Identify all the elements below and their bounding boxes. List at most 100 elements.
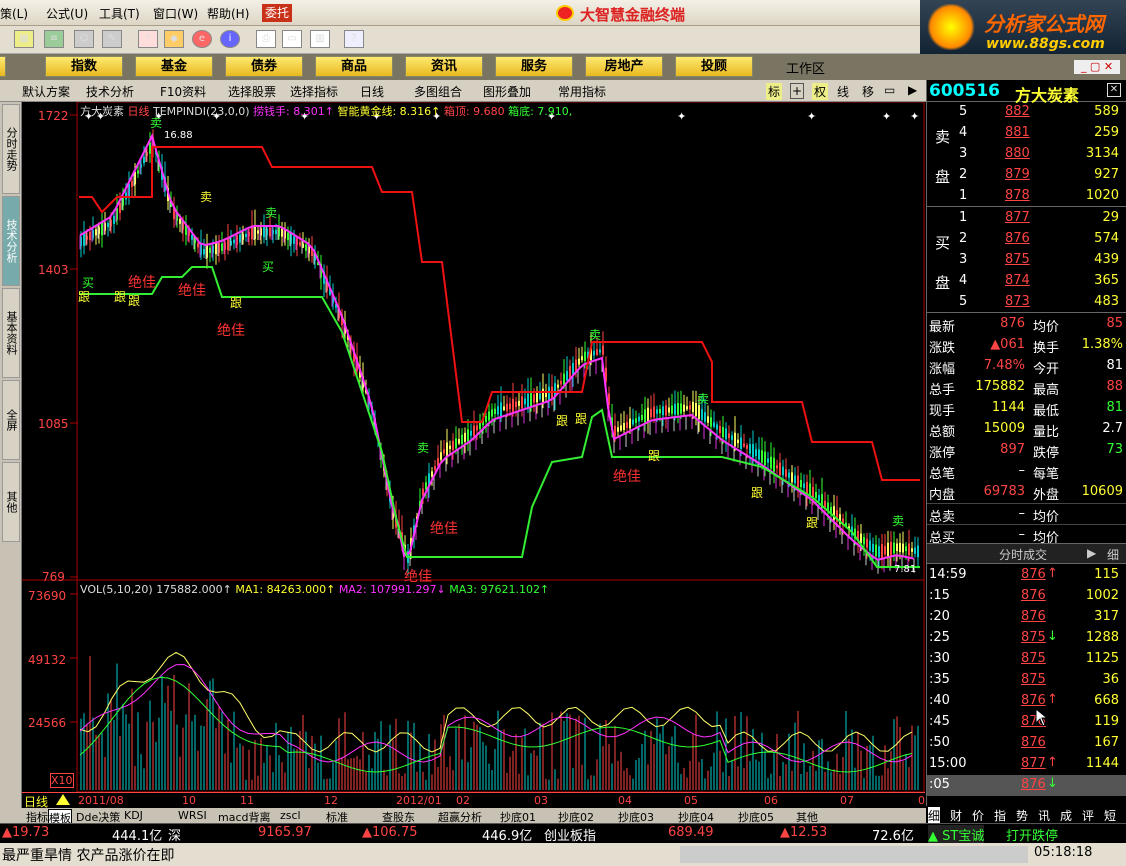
ticks-detail-tab[interactable]: 细 <box>1107 546 1119 563</box>
right-tab[interactable]: 评 <box>1082 807 1094 824</box>
binoculars-icon[interactable]: ⌬ <box>74 30 94 48</box>
right-tab[interactable]: 成 <box>1060 807 1072 824</box>
ticker-item: ▲19.73 <box>2 825 50 840</box>
btn-f10[interactable]: F10资料 <box>160 83 206 100</box>
tool-move[interactable]: 移 <box>862 83 874 100</box>
window-icon[interactable]: ▭ <box>282 30 302 48</box>
bottom-tab[interactable]: KDJ <box>124 809 143 822</box>
cat-advisor[interactable]: 投顾 <box>675 56 753 77</box>
menu-formula[interactable]: 公式(U) <box>46 5 88 22</box>
info-icon[interactable]: i <box>220 30 240 48</box>
candle-body <box>449 445 451 449</box>
window-controls[interactable]: _ ▢ ✕ <box>1074 60 1120 74</box>
candle-body <box>740 437 742 449</box>
brand-banner: 分析家公式网 www.88gs.com <box>920 0 1126 56</box>
candle-body <box>704 412 706 422</box>
tools-icon[interactable]: ✎ <box>102 30 122 48</box>
menu-help[interactable]: 帮助(H) <box>207 5 249 22</box>
tab-other[interactable]: 其他 <box>2 462 20 542</box>
candle-body <box>725 428 727 440</box>
quote-icon[interactable]: ▦ <box>14 30 34 48</box>
candle-body <box>899 542 901 552</box>
candle-body <box>518 400 520 406</box>
ask-book: 卖 盘 5 882 589 4 881 259 3 880 3134 2 879 927 1 878 102… <box>927 102 1126 207</box>
candle-body <box>872 543 874 553</box>
candle-body <box>764 451 766 466</box>
e-icon[interactable]: e <box>192 30 212 48</box>
cat-service[interactable]: 服务 <box>495 56 573 77</box>
candle-body <box>227 238 229 251</box>
kline-chart[interactable]: ✦ ✦ ✦ ✦ ✦ ✦ ✦ ✦ ✦ ✦ ✦ ✦ 方大炭素 日线 TEMPINDI(23,0,0) 捞钱… <box>22 102 932 809</box>
btn-select-stock[interactable]: 选择股票 <box>228 83 276 100</box>
btn-overlay[interactable]: 图形叠加 <box>483 83 531 100</box>
list-icon[interactable]: ≡ <box>44 30 64 48</box>
diamond-icon[interactable]: ◆ <box>164 30 184 48</box>
candle-body <box>593 350 595 356</box>
candle-body <box>659 409 661 414</box>
candle-body <box>572 363 574 375</box>
help-book-icon[interactable]: ? <box>138 30 158 48</box>
workarea-label[interactable]: 工作区 <box>786 58 825 77</box>
bottom-tab[interactable]: zscl <box>280 809 301 822</box>
stat-label: 每笔 <box>1033 467 1060 482</box>
stat-label: 涨停 <box>929 446 956 461</box>
close-icon[interactable]: ✕ <box>1107 83 1121 97</box>
tab-fullscreen[interactable]: 全屏 <box>2 380 20 460</box>
plus-icon[interactable]: + <box>790 83 804 99</box>
right-tab[interactable]: 势 <box>1016 807 1028 824</box>
btn-common-indicator[interactable]: 常用指标 <box>558 83 606 100</box>
candle-body <box>83 233 85 246</box>
btn-select-indicator[interactable]: 选择指标 <box>290 83 338 100</box>
print-icon[interactable]: ⎙ <box>256 30 276 48</box>
trade-button[interactable]: 委托 <box>262 4 292 22</box>
right-tab[interactable]: 短 <box>1104 807 1116 824</box>
right-tab[interactable]: 指 <box>994 807 1006 824</box>
cat-realestate[interactable]: 房地产 <box>585 56 663 77</box>
right-tab[interactable]: 讯 <box>1038 807 1050 824</box>
candle-body <box>470 430 472 436</box>
books-icon[interactable]: ▥ <box>310 30 330 48</box>
chart-grid <box>22 102 925 793</box>
triangle-up-icon[interactable] <box>56 794 70 805</box>
btn-multi-chart[interactable]: 多图组合 <box>414 83 462 100</box>
btn-tech-analysis[interactable]: 技术分析 <box>86 83 134 100</box>
stat-value: 876 <box>1000 316 1025 331</box>
buy-signal: 买 <box>262 260 275 274</box>
tool-mark[interactable]: 标 <box>766 83 783 100</box>
candle-body <box>485 415 487 423</box>
box-icon[interactable]: ▭ <box>884 83 895 97</box>
whats-this-icon[interactable]: ? <box>344 30 364 48</box>
cat-commodity[interactable]: 商品 <box>315 56 393 77</box>
cat-news[interactable]: 资讯 <box>405 56 483 77</box>
tab-technical[interactable]: 技术分析 <box>2 196 20 286</box>
cat-fund[interactable]: 基金 <box>135 56 213 77</box>
right-tab[interactable]: 财 <box>950 807 962 824</box>
stat-row: 总买 – 均价 <box>927 524 1126 546</box>
right-tab[interactable]: 价 <box>972 807 984 824</box>
play-icon[interactable]: ▶ <box>908 83 917 97</box>
cat-bond[interactable]: 债券 <box>225 56 303 77</box>
btn-default-scheme[interactable]: 默认方案 <box>22 83 70 100</box>
bottom-tab[interactable]: WRSI <box>178 809 207 822</box>
cat-index[interactable]: 指数 <box>45 56 123 77</box>
date-tick: 06 <box>764 794 778 807</box>
menu-tools[interactable]: 工具(T) <box>99 5 140 22</box>
btn-period[interactable]: 日线 <box>360 83 384 100</box>
star-mark-icon: ✦ <box>882 110 891 123</box>
menu-window[interactable]: 窗口(W) <box>153 5 198 22</box>
tool-line[interactable]: 线 <box>837 83 849 100</box>
news-headline[interactable]: 最严重旱情 农产品涨价在即 <box>2 845 174 865</box>
ticker-item[interactable]: 打开跌停 <box>1006 825 1058 844</box>
ticks-arrow-icon[interactable]: ▶ <box>1087 546 1096 560</box>
best-signal: 绝佳 <box>128 275 156 291</box>
book-row: 5 882 589 <box>927 102 1126 123</box>
candle-body <box>683 404 685 412</box>
tool-rights[interactable]: 权 <box>812 83 829 100</box>
tab-intraday[interactable]: 分时走势 <box>2 104 20 194</box>
ticker-item[interactable]: ▲ ST宝诚 <box>928 825 985 844</box>
candle-body <box>131 181 133 187</box>
cat-stock[interactable]: 股 <box>0 56 6 77</box>
tab-fundamentals[interactable]: 基本资料 <box>2 288 20 378</box>
menu-strategy[interactable]: 策(L) <box>0 5 28 22</box>
right-tab[interactable]: 细 <box>928 807 941 824</box>
